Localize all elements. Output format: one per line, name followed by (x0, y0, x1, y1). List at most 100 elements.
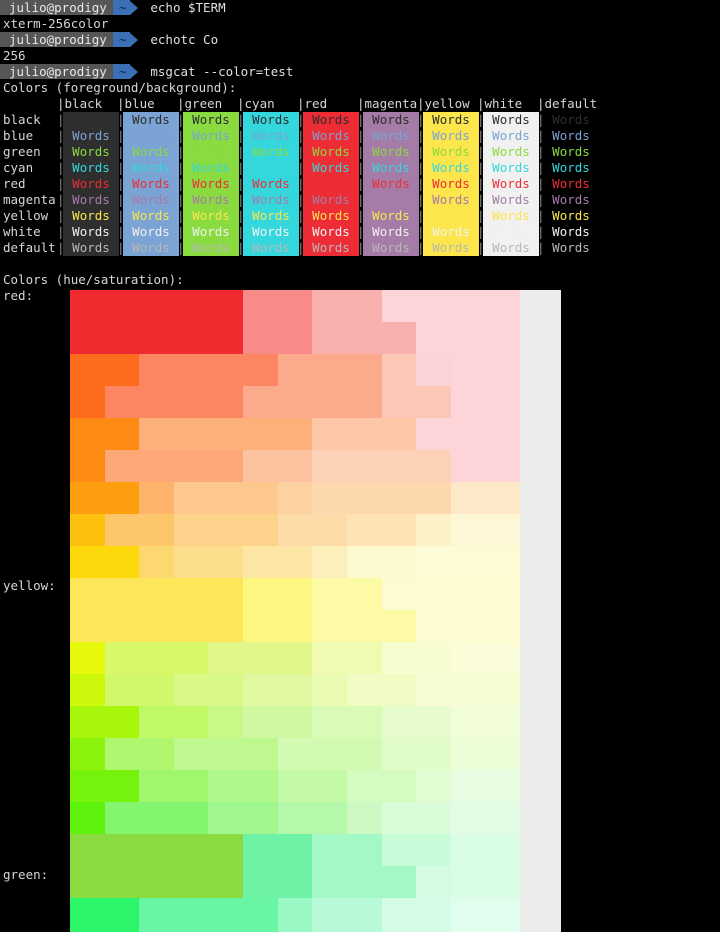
hue-cell (70, 290, 106, 323)
prompt-arrow-icon (130, 0, 139, 15)
hue-cell (520, 706, 561, 739)
hue-cell (173, 802, 209, 835)
color-cell: Words (183, 128, 239, 144)
color-cell: Words (303, 112, 359, 128)
color-cell: Words (183, 208, 239, 224)
hue-cell (70, 578, 106, 611)
hue-cell (104, 386, 140, 419)
hue-cell (381, 802, 417, 835)
hue-cell (381, 706, 417, 739)
color-cell: Words (483, 224, 539, 240)
color-cell: Words (363, 128, 419, 144)
prompt-line: julio@prodigy ~ echo $TERM (0, 0, 226, 15)
color-cell: Words (363, 112, 419, 128)
color-cell: Words (123, 240, 179, 256)
section-title: Colors (foreground/background): (3, 80, 237, 95)
hue-cell (381, 834, 417, 867)
hue-cell (277, 834, 313, 867)
hue-cell (173, 482, 209, 515)
color-cell: Words (63, 240, 119, 256)
hue-cell (312, 770, 348, 803)
hue-cell (104, 578, 140, 611)
hue-cell (450, 322, 486, 355)
column-header: |blue (117, 96, 155, 111)
hue-cell (139, 546, 175, 579)
hue-cell (381, 418, 417, 451)
hue-cell (312, 514, 348, 547)
hue-cell (485, 418, 521, 451)
color-cell: Words (303, 240, 359, 256)
hue-cell (70, 738, 106, 771)
hue-cell (520, 418, 561, 451)
color-cell: Words (552, 208, 590, 223)
hue-cell (450, 482, 486, 515)
color-cell: Words (363, 192, 419, 208)
hue-cell (139, 482, 175, 515)
hue-cell (450, 738, 486, 771)
hue-cell (450, 546, 486, 579)
hue-cell (208, 514, 244, 547)
hue-cell (520, 578, 561, 611)
hue-cell (70, 610, 106, 643)
hue-cell (139, 450, 175, 483)
color-cell: Words (63, 128, 119, 144)
hue-cell (243, 802, 279, 835)
color-cell: Words (303, 192, 359, 208)
column-header: |white (477, 96, 523, 111)
color-cell: Words (243, 176, 299, 192)
hue-cell (450, 418, 486, 451)
hue-cell (485, 354, 521, 387)
hue-cell (450, 866, 486, 899)
hue-cell (243, 642, 279, 675)
hue-cell (243, 706, 279, 739)
hue-cell (485, 386, 521, 419)
hue-cell (312, 290, 348, 323)
hue-cell (312, 386, 348, 419)
hue-cell (243, 386, 279, 419)
hue-cell (243, 610, 279, 643)
hue-cell (139, 802, 175, 835)
hue-cell (416, 546, 452, 579)
hue-cell (173, 578, 209, 611)
hue-cell (277, 866, 313, 899)
row-label: white (3, 224, 41, 239)
hue-cell (520, 290, 561, 323)
hue-cell (173, 450, 209, 483)
hue-cell (381, 546, 417, 579)
hue-cell (139, 610, 175, 643)
hue-cell (173, 770, 209, 803)
hue-cell (485, 802, 521, 835)
hue-cell (104, 514, 140, 547)
color-cell: Words (363, 144, 419, 160)
hue-cell (208, 450, 244, 483)
hue-cell (381, 866, 417, 899)
hue-cell (277, 386, 313, 419)
hue-cell (208, 834, 244, 867)
hue-cell (416, 802, 452, 835)
hue-cell (416, 578, 452, 611)
hue-cell (208, 770, 244, 803)
hue-cell (520, 514, 561, 547)
hue-cell (70, 514, 106, 547)
hue-cell (173, 866, 209, 899)
column-header-label: magenta (364, 96, 418, 111)
hue-cell (312, 546, 348, 579)
hue-cell (243, 674, 279, 707)
hue-cell (208, 610, 244, 643)
hue-cell (346, 386, 383, 419)
color-cell: Words (423, 160, 479, 176)
hue-cell (104, 546, 140, 579)
hue-cell (381, 642, 417, 675)
hue-cell (277, 514, 313, 547)
color-cell: Words (552, 240, 590, 255)
hue-cell (208, 578, 244, 611)
hue-cell (416, 386, 452, 419)
prompt-arrow-icon (130, 32, 139, 47)
hue-cell (243, 450, 279, 483)
hue-cell (208, 642, 244, 675)
hue-cell (520, 674, 561, 707)
prompt-dir: ~ (112, 0, 131, 15)
color-cell: Words (363, 240, 419, 256)
hue-cell (312, 450, 348, 483)
hue-cell (70, 418, 106, 451)
